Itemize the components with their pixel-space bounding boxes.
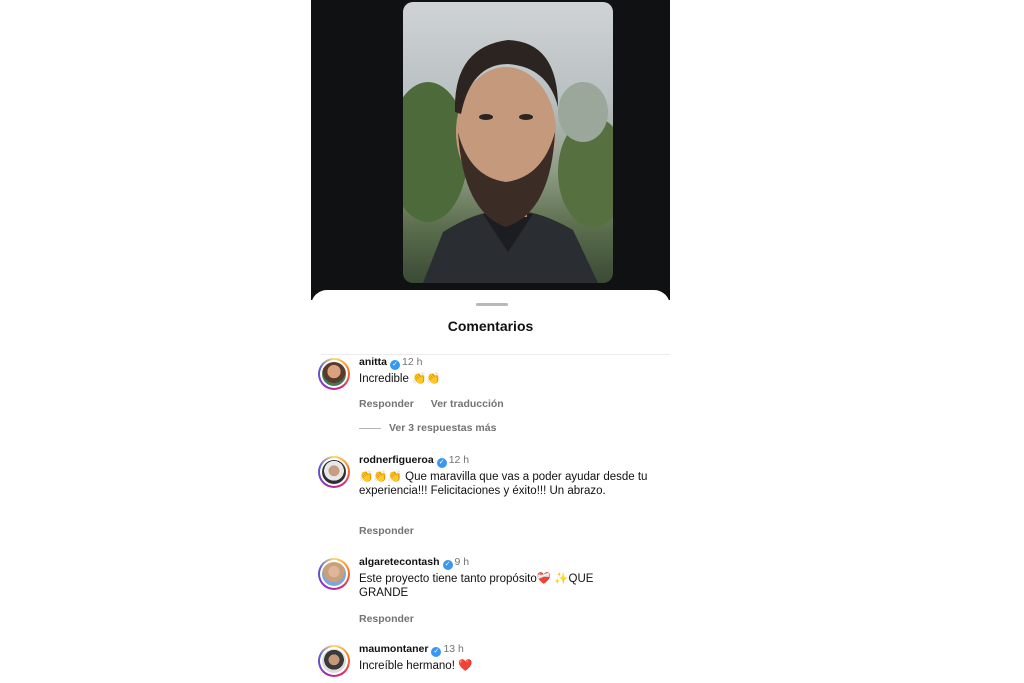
comment-time: 9 h (454, 556, 470, 568)
username[interactable]: algaretecontash (359, 556, 440, 568)
comment-actions: Responder (359, 613, 414, 625)
verified-badge-icon: ✓ (390, 360, 401, 370)
avatar[interactable] (318, 456, 350, 488)
comment-time: 12 h (448, 454, 470, 466)
comment-header: anitta ✓ 12 h (359, 356, 422, 370)
video-thumbnail[interactable] (403, 2, 613, 283)
replies-line (359, 427, 381, 429)
view-replies-label: Ver 3 respuestas más (389, 422, 497, 434)
avatar[interactable] (318, 358, 350, 390)
reply-button[interactable]: Responder (359, 398, 414, 410)
comments-sheet: Comentarios anitta ✓ 12 h Incredible 👏👏 Re… (311, 290, 670, 683)
drag-handle[interactable] (476, 303, 508, 306)
comment-text: Incredible 👏👏 (359, 373, 441, 385)
comment-time: 13 h (443, 643, 464, 655)
comment-actions: Responder Ver traducción (359, 398, 504, 410)
video-frame-image (403, 40, 613, 283)
translate-button[interactable]: Ver traducción (431, 398, 504, 410)
avatar[interactable] (318, 558, 350, 590)
verified-badge-icon: ✓ (431, 647, 442, 657)
verified-badge-icon: ✓ (436, 458, 447, 468)
comment-text: 👏👏👏 Que maravilla que vas a poder ayudar… (359, 471, 648, 497)
comment-header: rodnerfigueroa ✓ 12 h (359, 454, 469, 468)
comment-actions: Responder (359, 525, 414, 537)
view-replies-button[interactable]: Ver 3 respuestas más (359, 422, 496, 434)
verified-badge-icon: ✓ (442, 560, 453, 570)
comment-text: Este proyecto tiene tanto propósito❤️‍🩹 … (359, 573, 594, 599)
username[interactable]: maumontaner (359, 643, 428, 655)
sheet-title: Comentarios (447, 318, 534, 334)
username[interactable]: rodnerfigueroa (359, 454, 434, 466)
phone-screen: Comentarios anitta ✓ 12 h Incredible 👏👏 Re… (311, 0, 670, 683)
comment-header: maumontaner ✓ 13 h (359, 643, 464, 657)
comment-time: 12 h (402, 356, 423, 368)
avatar[interactable] (318, 645, 350, 677)
username[interactable]: anitta (359, 356, 387, 368)
divider (321, 354, 670, 355)
video-area (311, 0, 670, 300)
reply-button[interactable]: Responder (359, 525, 414, 537)
comment-header: algaretecontash ✓ 9 h (359, 556, 469, 570)
reply-button[interactable]: Responder (359, 613, 414, 625)
comment-text: Increíble hermano! ❤️ (359, 660, 473, 672)
